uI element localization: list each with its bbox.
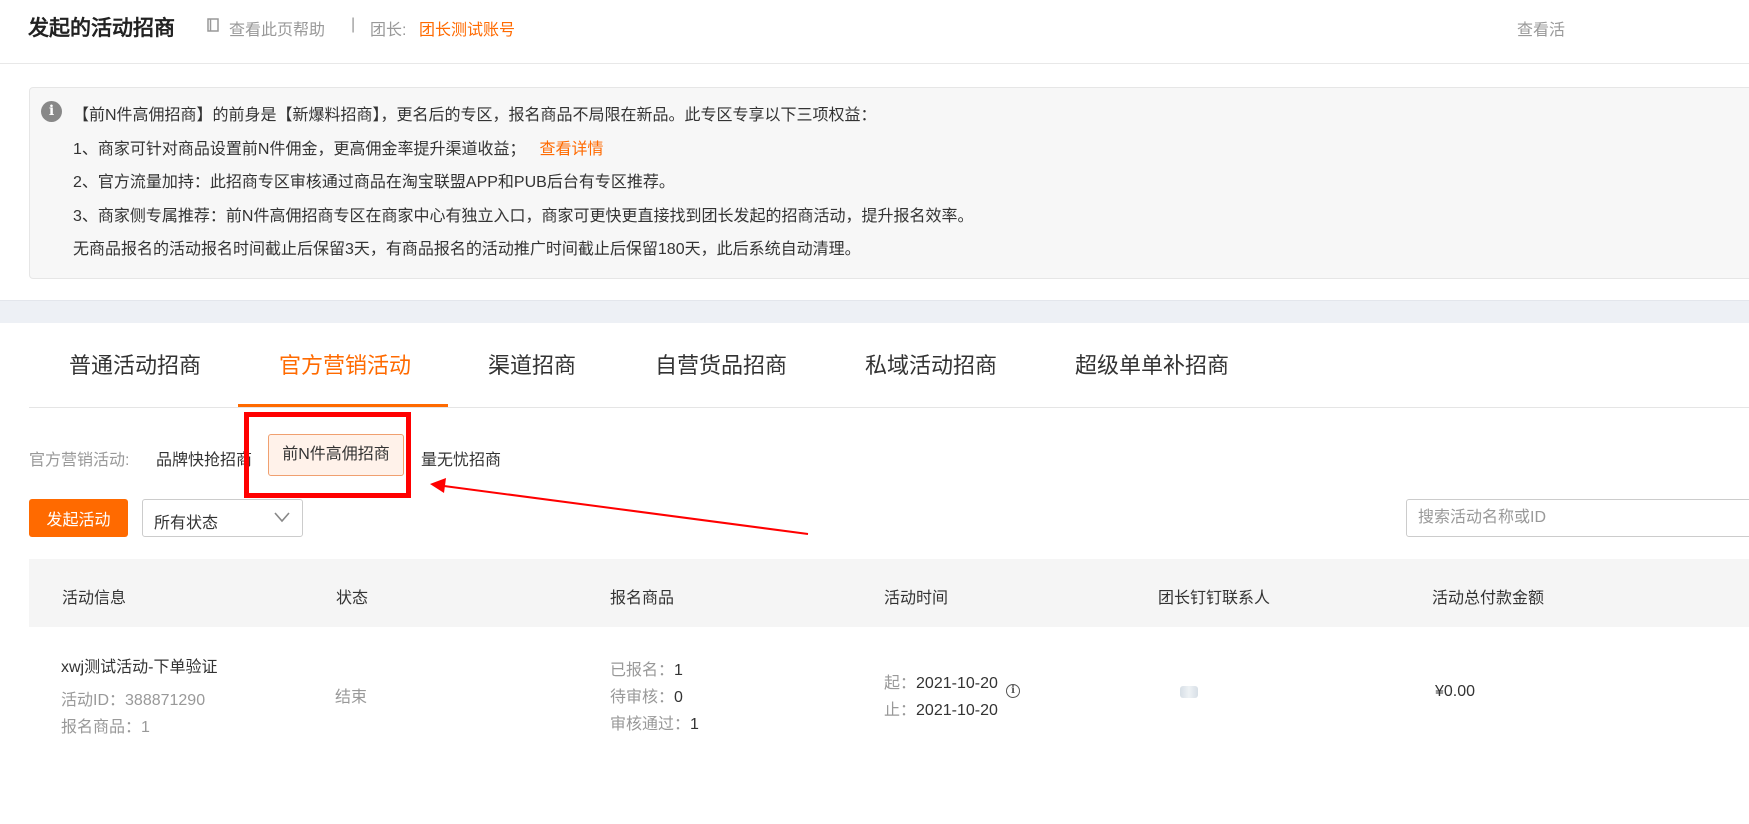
- end-value: 2021-10-20: [916, 702, 998, 719]
- activity-name[interactable]: xwj测试活动-下单验证: [61, 653, 217, 677]
- notice-line: 1、商家可针对商品设置前N件佣金，更高佣金率提升渠道收益； 查看详情: [73, 135, 603, 159]
- start-value: 2021-10-20: [916, 675, 998, 692]
- status-select-value: 所有状态: [154, 515, 219, 532]
- approved-count: 审核通过：1: [610, 710, 699, 734]
- subtab-brand-flash[interactable]: 品牌快抢招商: [156, 446, 252, 470]
- header-separator: |: [351, 16, 356, 33]
- approved-value: 1: [690, 716, 699, 733]
- tab-private-domain[interactable]: 私域活动招商: [865, 348, 997, 380]
- leader-label: 团长:: [370, 22, 407, 39]
- start-date: 起：2021-10-20: [884, 669, 998, 693]
- column-header: 活动时间: [884, 590, 949, 607]
- tab-self-operated[interactable]: 自营货品招商: [655, 348, 787, 380]
- notice-line: 2、官方流量加持：此招商专区审核通过商品在淘宝联盟APP和PUB后台有专区推荐。: [73, 174, 675, 191]
- tab-super-subsidy[interactable]: 超级单单补招商: [1075, 348, 1229, 380]
- activity-goods: 报名商品：1: [61, 713, 150, 737]
- book-icon: [207, 18, 219, 32]
- notice-line-text: 1、商家可针对商品设置前N件佣金，更高佣金率提升渠道收益；: [73, 141, 526, 158]
- info-icon: i: [41, 101, 62, 122]
- column-header: 状态: [336, 590, 369, 607]
- launch-activity-button[interactable]: 发起活动: [29, 499, 128, 537]
- subtab-volume-assured[interactable]: 量无忧招商: [421, 446, 501, 470]
- activity-id-value: 388871290: [125, 692, 206, 709]
- notice-line: 【前N件高佣招商】的前身是【新爆料招商】，更名后的专区，报名商品不局限在新品。此…: [73, 107, 877, 124]
- tab-official-marketing[interactable]: 官方营销活动: [279, 348, 411, 380]
- notice-line: 3、商家侧专属推荐：前N件高佣招商专区在商家中心有独立入口，商家可更快更直接找到…: [73, 208, 974, 225]
- column-header: 团长钉钉联系人: [1158, 590, 1271, 607]
- chevron-down-icon: [274, 512, 290, 523]
- total-payment: ¥0.00: [1435, 683, 1476, 700]
- header-divider: [0, 63, 1749, 64]
- info-tooltip-icon[interactable]: i: [1006, 684, 1020, 698]
- notice-line: 无商品报名的活动报名时间截止后保留3天，有商品报名的活动推广时间截止后保留180…: [73, 241, 861, 258]
- section-divider: [0, 300, 1749, 323]
- leader-name: 团长测试账号: [419, 22, 516, 39]
- pending-count: 待审核：0: [610, 683, 683, 707]
- activity-id: 活动ID：388871290: [61, 686, 205, 710]
- start-label: 起：: [884, 675, 917, 692]
- subtabs-label: 官方营销活动:: [29, 452, 130, 469]
- status-select[interactable]: 所有状态: [142, 499, 303, 537]
- registered-value: 1: [674, 662, 683, 679]
- tab-channel[interactable]: 渠道招商: [488, 348, 576, 380]
- search-input[interactable]: [1406, 499, 1749, 537]
- help-link[interactable]: 查看此页帮助: [229, 16, 325, 40]
- subtab-top-n-commission[interactable]: 前N件高佣招商: [268, 434, 404, 476]
- contact-avatar[interactable]: [1180, 686, 1198, 698]
- column-header: 活动总付款金额: [1432, 590, 1545, 607]
- pending-value: 0: [674, 689, 683, 706]
- column-header: 报名商品: [610, 590, 675, 607]
- registered-count: 已报名：1: [610, 656, 683, 680]
- page-title: 发起的活动招商: [28, 17, 175, 40]
- tab-regular-activity[interactable]: 普通活动招商: [69, 348, 201, 380]
- activity-goods-value: 1: [141, 719, 150, 736]
- registered-label: 已报名：: [610, 662, 675, 679]
- view-details-link[interactable]: 查看详情: [539, 141, 603, 158]
- view-activity-link[interactable]: 查看活: [1517, 16, 1565, 40]
- column-header: 活动信息: [62, 590, 127, 607]
- status-text: 结束: [335, 689, 368, 706]
- approved-label: 审核通过：: [610, 716, 691, 733]
- tabs-divider: [29, 407, 1749, 408]
- activity-id-label: 活动ID：: [61, 692, 126, 709]
- pending-label: 待审核：: [610, 689, 675, 706]
- activity-goods-label: 报名商品：: [61, 719, 142, 736]
- end-date: 止：2021-10-20: [884, 696, 998, 720]
- end-label: 止：: [884, 702, 917, 719]
